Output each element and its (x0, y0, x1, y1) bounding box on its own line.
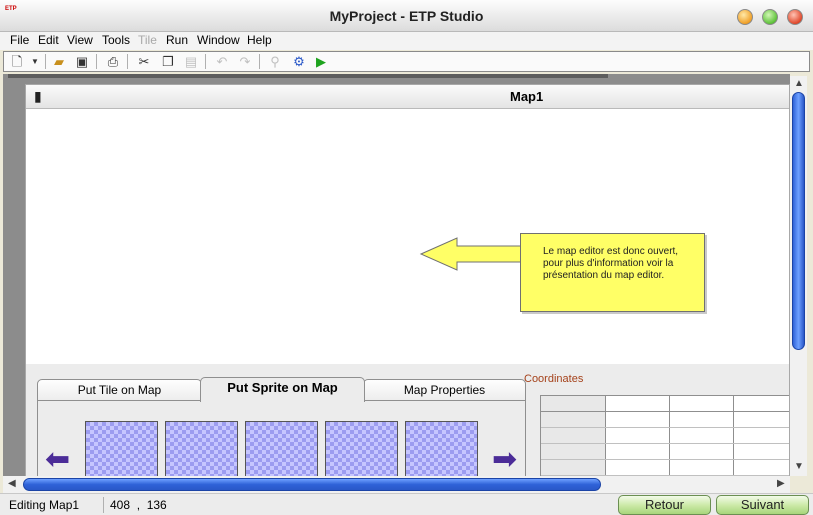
grid-row-line (541, 427, 789, 428)
dropdown-arrow-icon[interactable]: ▼ (26, 53, 44, 70)
horizontal-scroll-thumb[interactable] (23, 478, 601, 491)
redo-icon[interactable]: ↷ (236, 53, 254, 70)
menu-view[interactable]: View (67, 33, 93, 47)
tab-put-sprite[interactable]: Put Sprite on Map (200, 377, 365, 402)
scroll-right-icon[interactable]: ▶ (777, 478, 785, 489)
menu-help[interactable]: Help (247, 33, 272, 47)
grid-row-line (541, 411, 789, 412)
menu-run[interactable]: Run (166, 33, 188, 47)
title-bar: ETP MyProject - ETP Studio (0, 0, 813, 32)
window-title: MyProject - ETP Studio (329, 8, 484, 24)
undo-icon[interactable]: ↶ (213, 53, 231, 70)
open-folder-icon[interactable]: ▰ (50, 53, 68, 70)
toolbar: 🗋 ▼ ▰ ▣ ⎙ ✂ ❐ ▤ ↶ ↷ ⚲ ⚙ ▶ (3, 51, 810, 72)
scroll-left-arrow-icon[interactable]: ⬅ (45, 445, 70, 475)
tab-map-properties[interactable]: Map Properties (363, 379, 526, 401)
sprite-thumbnail[interactable] (405, 421, 478, 481)
toolbar-separator (127, 54, 128, 69)
status-mode: Editing Map1 (9, 498, 80, 512)
play-icon[interactable]: ▶ (312, 53, 330, 70)
map-window-title: Map1 (510, 89, 544, 104)
status-bar: Editing Map1 408 , 136 Retour Suivant (0, 493, 813, 515)
grid-row-line (541, 459, 789, 460)
save-icon[interactable]: ▣ (73, 53, 91, 70)
back-button[interactable]: Retour (618, 495, 711, 515)
sprite-thumbnail[interactable] (165, 421, 238, 481)
scroll-down-icon[interactable]: ▼ (794, 461, 804, 472)
copy-icon[interactable]: ❐ (159, 53, 177, 70)
vertical-scrollbar[interactable]: ▲ ▼ (790, 76, 807, 476)
menu-bar: File Edit View Tools Tile Run Window Hel… (0, 32, 813, 50)
vertical-scroll-thumb[interactable] (792, 92, 805, 350)
toolbar-separator (96, 54, 97, 69)
toolbar-separator (259, 54, 260, 69)
tab-put-tile[interactable]: Put Tile on Map (37, 379, 202, 401)
map-window-icon[interactable]: ▮ (34, 88, 42, 105)
cut-icon[interactable]: ✂ (135, 53, 153, 70)
new-file-icon[interactable]: 🗋 (8, 53, 26, 70)
mdi-strip (8, 74, 608, 78)
sprite-thumbnail[interactable] (85, 421, 158, 481)
scroll-right-arrow-icon[interactable]: ➡ (492, 445, 517, 475)
tutorial-callout: Le map editor est donc ouvert, pour plus… (520, 233, 705, 312)
menu-edit[interactable]: Edit (38, 33, 59, 47)
sprite-tab-page: ⬅ ➡ (37, 400, 526, 481)
sprite-thumbnail[interactable] (325, 421, 398, 481)
grid-row-line (541, 443, 789, 444)
grid-column-line (605, 396, 606, 476)
menu-file[interactable]: File (10, 33, 29, 47)
close-button[interactable] (787, 9, 803, 25)
scroll-left-icon[interactable]: ◀ (8, 478, 16, 489)
gear-icon[interactable]: ⚙ (290, 53, 308, 70)
grid-column-line (669, 396, 670, 476)
paste-icon[interactable]: ▤ (182, 53, 200, 70)
maximize-button[interactable] (762, 9, 778, 25)
menu-tools[interactable]: Tools (102, 33, 130, 47)
scroll-up-icon[interactable]: ▲ (794, 78, 804, 89)
map-window-titlebar: ▮ Map1 (26, 85, 789, 109)
coordinates-label: Coordinates (524, 373, 584, 385)
sprite-thumbnail[interactable] (245, 421, 318, 481)
toolbar-separator (205, 54, 206, 69)
coordinates-grid-header-column (541, 396, 605, 476)
status-separator (103, 497, 104, 513)
toolbar-separator (45, 54, 46, 69)
menu-tile[interactable]: Tile (138, 33, 157, 47)
horizontal-scrollbar[interactable]: ◀ ▶ (3, 476, 790, 493)
callout-text: Le map editor est donc ouvert, pour plus… (543, 246, 679, 281)
grid-column-line (733, 396, 734, 476)
next-button[interactable]: Suivant (716, 495, 809, 515)
menu-window[interactable]: Window (197, 33, 240, 47)
editor-bottom-panel: Put Tile on Map Put Sprite on Map Map Pr… (26, 364, 789, 481)
callout-arrow-icon (419, 237, 522, 271)
binoculars-icon[interactable]: ⚲ (266, 53, 284, 70)
status-coordinates: 408 , 136 (110, 498, 167, 512)
minimize-button[interactable] (737, 9, 753, 25)
coordinates-grid[interactable] (540, 395, 789, 476)
print-icon[interactable]: ⎙ (104, 53, 122, 70)
